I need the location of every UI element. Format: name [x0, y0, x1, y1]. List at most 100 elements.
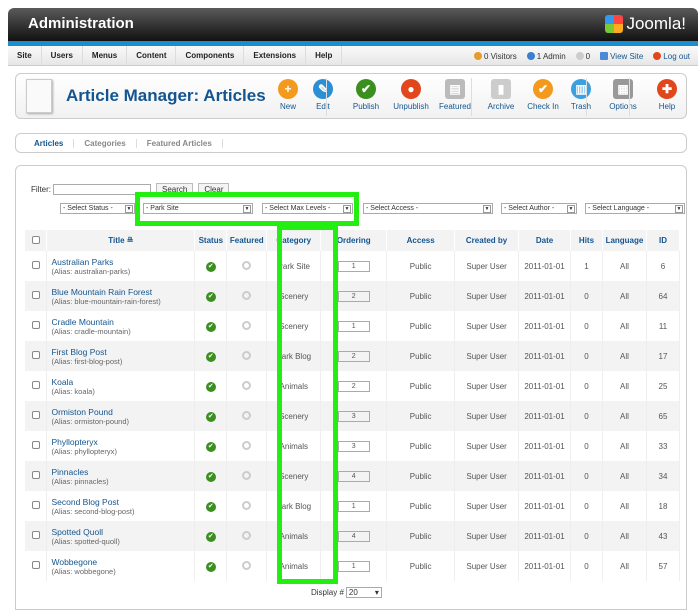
ordering-input[interactable]: 4: [337, 530, 370, 542]
joomla-logo-icon: [605, 15, 624, 33]
tab-categories[interactable]: Categories: [74, 138, 137, 148]
published-check-icon[interactable]: ✔: [205, 531, 216, 542]
column-created-by[interactable]: Created by: [454, 230, 520, 251]
messages-status[interactable]: 0: [575, 51, 590, 61]
article-title-link[interactable]: Ormiston Pound: [51, 407, 194, 417]
ordering-input[interactable]: 4: [337, 470, 370, 482]
article-title-link[interactable]: Australian Parks: [51, 257, 194, 267]
article-title-link[interactable]: First Blog Post: [51, 347, 194, 357]
row-checkbox[interactable]: [25, 311, 48, 341]
archive-button[interactable]: ▮ Archive: [479, 79, 523, 111]
published-check-icon[interactable]: ✔: [205, 441, 216, 452]
published-check-icon[interactable]: ✔: [205, 261, 216, 272]
not-featured-icon[interactable]: [242, 500, 252, 510]
row-checkbox[interactable]: [25, 461, 48, 491]
column-date[interactable]: Date: [518, 230, 571, 251]
article-title-link[interactable]: Wobbegone: [51, 557, 194, 567]
title-cell: Australian Parks (Alias: australian-parks…: [46, 251, 196, 281]
column-featured[interactable]: Featured: [226, 230, 268, 251]
article-title-link[interactable]: Pinnacles: [51, 467, 194, 477]
column-id[interactable]: ID: [646, 230, 681, 251]
menu-users[interactable]: Users: [42, 46, 83, 65]
not-featured-icon[interactable]: [242, 440, 252, 450]
published-check-icon[interactable]: ✔: [205, 351, 216, 362]
column-access[interactable]: Access: [386, 230, 456, 251]
trash-button[interactable]: ▥ Trash: [559, 79, 603, 111]
published-check-icon[interactable]: ✔: [205, 321, 216, 332]
display-select[interactable]: 20 ▾: [345, 587, 382, 598]
article-title-link[interactable]: Phyllopteryx: [51, 437, 194, 447]
published-check-icon[interactable]: ✔: [205, 291, 216, 302]
menu-content[interactable]: Content: [127, 46, 177, 65]
ordering-input[interactable]: 1: [337, 260, 370, 272]
publish-button[interactable]: ✔ Publish: [344, 79, 388, 111]
row-checkbox[interactable]: [25, 251, 48, 281]
article-title-link[interactable]: Koala: [51, 377, 194, 387]
menu-site[interactable]: Site: [8, 46, 42, 65]
not-featured-icon[interactable]: [242, 260, 252, 270]
not-featured-icon[interactable]: [242, 320, 252, 330]
menu-menus[interactable]: Menus: [83, 46, 128, 65]
not-featured-icon[interactable]: [242, 560, 252, 570]
help-button[interactable]: ✚ Help: [645, 79, 689, 111]
view-site-link[interactable]: View Site: [600, 51, 643, 61]
menu-components[interactable]: Components: [176, 46, 245, 65]
select-all-checkbox[interactable]: [25, 230, 48, 251]
status-cell: ✔: [194, 371, 228, 401]
joomla-logo[interactable]: Joomla!: [605, 14, 686, 34]
filter-select-6[interactable]: - Select Language - ▼: [585, 203, 685, 214]
ordering-input[interactable]: 2: [337, 350, 370, 362]
not-featured-icon[interactable]: [242, 290, 252, 300]
ordering-input[interactable]: 2: [337, 380, 370, 392]
ordering-input[interactable]: 1: [337, 500, 370, 512]
published-check-icon[interactable]: ✔: [205, 381, 216, 392]
filter-select-1[interactable]: - Select Status - ▼: [60, 203, 135, 214]
not-featured-icon[interactable]: [242, 410, 252, 420]
ordering-input[interactable]: 1: [337, 320, 370, 332]
filter-select-5[interactable]: - Select Author - ▼: [501, 203, 577, 214]
published-check-icon[interactable]: ✔: [205, 411, 216, 422]
row-checkbox[interactable]: [25, 491, 48, 521]
column-status[interactable]: Status: [194, 230, 228, 251]
unpublish-button[interactable]: ● Unpublish: [389, 79, 433, 111]
row-checkbox[interactable]: [25, 551, 48, 581]
published-check-icon[interactable]: ✔: [205, 471, 216, 482]
published-check-icon[interactable]: ✔: [205, 561, 216, 572]
logout-link[interactable]: Log out: [653, 51, 690, 61]
ordering-input[interactable]: 1: [337, 560, 370, 572]
article-title-link[interactable]: Blue Mountain Rain Forest: [51, 287, 194, 297]
ordering-input[interactable]: 3: [337, 410, 370, 422]
hits-cell: 0: [570, 461, 603, 491]
language-cell: All: [602, 401, 647, 431]
not-featured-icon[interactable]: [242, 350, 252, 360]
not-featured-icon[interactable]: [242, 470, 252, 480]
article-title-link[interactable]: Spotted Quoll: [51, 527, 194, 537]
ordering-input[interactable]: 3: [337, 440, 370, 452]
row-checkbox[interactable]: [25, 281, 48, 311]
row-checkbox[interactable]: [25, 521, 48, 551]
menu-extensions[interactable]: Extensions: [244, 46, 307, 65]
article-title-link[interactable]: Cradle Mountain: [51, 317, 194, 327]
article-title-link[interactable]: Second Blog Post: [51, 497, 194, 507]
column-hits[interactable]: Hits: [570, 230, 603, 251]
published-check-icon[interactable]: ✔: [205, 501, 216, 512]
row-checkbox[interactable]: [25, 341, 48, 371]
access-cell: Public: [386, 431, 456, 461]
options-button[interactable]: ▦ Options: [601, 79, 645, 111]
table-row: Australian Parks (Alias: australian-parks…: [25, 251, 681, 281]
row-checkbox[interactable]: [25, 431, 48, 461]
not-featured-icon[interactable]: [242, 380, 252, 390]
row-checkbox[interactable]: [25, 401, 48, 431]
edit-button[interactable]: ✎ Edit: [301, 79, 345, 111]
column-language[interactable]: Language: [602, 230, 647, 251]
tab-articles[interactable]: Articles: [24, 138, 75, 148]
column-title[interactable]: Title ≞: [46, 230, 196, 251]
menu-help[interactable]: Help: [306, 46, 343, 65]
row-checkbox[interactable]: [25, 371, 48, 401]
id-cell: 11: [646, 311, 681, 341]
ordering-input[interactable]: 2: [337, 290, 370, 302]
filter-select-4[interactable]: - Select Access - ▼: [363, 203, 493, 214]
tab-featured-articles[interactable]: Featured Articles: [137, 138, 223, 148]
not-featured-icon[interactable]: [242, 530, 252, 540]
language-cell: All: [602, 491, 647, 521]
